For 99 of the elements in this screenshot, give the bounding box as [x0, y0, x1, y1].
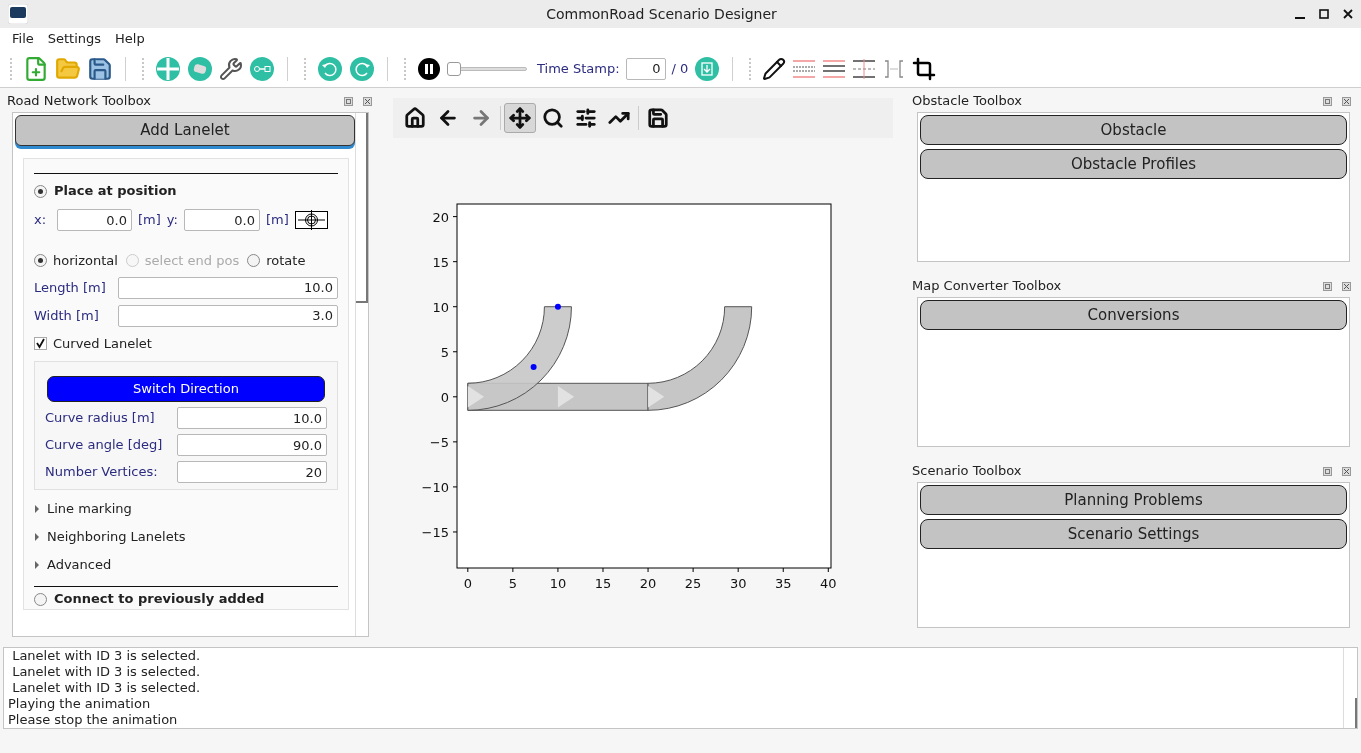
new-file-icon[interactable]	[23, 55, 49, 82]
console-line: Playing the animation	[8, 696, 152, 712]
crop-icon[interactable]	[912, 56, 937, 81]
collapsible-header[interactable]: Advanced	[34, 556, 338, 574]
pause-icon[interactable]	[417, 56, 441, 81]
number-field[interactable]: 10.0	[177, 407, 327, 429]
time-stamp-label: Time Stamp:	[537, 59, 620, 78]
x-tick-label: 5	[508, 576, 517, 591]
vertex-point	[554, 303, 561, 310]
x-tick-label: 20	[639, 576, 657, 591]
radio-label: Connect to previously added	[54, 590, 265, 609]
y-tick-label: 10	[432, 299, 449, 315]
section-header[interactable]: Add Lanelet	[15, 115, 355, 146]
x-tick-label: 25	[684, 576, 702, 591]
scrollbar[interactable]	[355, 113, 368, 636]
animation-slider[interactable]	[447, 60, 527, 77]
triangle-icon	[34, 505, 40, 513]
y-tick-label: 20	[432, 209, 449, 225]
x-label: x:	[34, 211, 48, 230]
crosshair-icon[interactable]	[294, 209, 328, 231]
scrollbar[interactable]	[1343, 648, 1357, 728]
y-tick-label: −15	[421, 524, 449, 540]
collapsible-header[interactable]: Neighboring Lanelets	[34, 528, 338, 546]
unit-label: [m]	[138, 211, 161, 230]
x-tick-label: 10	[549, 576, 567, 591]
close-icon[interactable]	[1342, 466, 1351, 476]
panel-title: Map Converter Toolbox	[912, 277, 1062, 296]
radio-button[interactable]	[34, 254, 47, 268]
radio-label: rotate	[266, 252, 306, 270]
float-icon[interactable]	[1323, 281, 1332, 291]
toolbox-button[interactable]: Obstacle	[920, 115, 1347, 145]
pencil-icon[interactable]	[762, 56, 787, 81]
panel-title: Scenario Toolbox	[912, 462, 1022, 481]
tools-icon[interactable]	[219, 56, 243, 81]
checkbox[interactable]	[34, 336, 47, 350]
toolbox-button[interactable]: Conversions	[920, 300, 1347, 330]
triangle-icon	[34, 533, 40, 541]
menu-item[interactable]: Settings	[41, 29, 108, 49]
y-label: y:	[166, 211, 178, 230]
y-tick-label: −10	[421, 479, 449, 495]
radio-label: Place at position	[54, 182, 177, 201]
float-icon[interactable]	[344, 96, 353, 106]
menu-item[interactable]: Help	[109, 29, 151, 49]
collapsible-header[interactable]: Line marking	[34, 500, 338, 518]
float-icon[interactable]	[1323, 466, 1332, 476]
field-label: Length [m]	[34, 278, 106, 297]
checkbox-label: Curved Lanelet	[53, 334, 152, 353]
menu-item[interactable]: File	[6, 29, 40, 49]
y-field[interactable]: 0.0	[183, 209, 260, 231]
switch-direction-button[interactable]: Switch Direction	[47, 376, 325, 402]
unit-label: [m]	[265, 211, 289, 230]
y-tick-label: 5	[440, 344, 449, 360]
radio-button[interactable]	[34, 184, 47, 198]
console-line: Lanelet with ID 3 is selected.	[11, 664, 202, 680]
field-label: Width [m]	[34, 306, 99, 325]
x-tick-label: 0	[463, 576, 472, 591]
console-line: Lanelet with ID 3 is selected.	[11, 648, 202, 664]
number-field[interactable]: 90.0	[177, 434, 327, 456]
save-icon[interactable]	[87, 55, 113, 82]
radio-label: horizontal	[53, 252, 118, 270]
x-tick-label: 35	[774, 576, 792, 591]
toolbox-button[interactable]: Planning Problems	[920, 485, 1347, 515]
vertex-point	[530, 364, 537, 371]
console-line: Lanelet with ID 3 is selected.	[11, 680, 202, 696]
y-tick-label: 15	[432, 254, 449, 270]
radio-button[interactable]	[247, 254, 261, 268]
app-logo-icon	[8, 4, 28, 24]
float-icon[interactable]	[1323, 96, 1332, 106]
close-icon[interactable]	[363, 96, 372, 106]
window-title: CommonRoad Scenario Designer	[545, 4, 778, 24]
field-label: Curve radius [m]	[45, 409, 155, 428]
close-icon[interactable]	[1342, 96, 1351, 106]
x-tick-label: 15	[594, 576, 612, 591]
panel-title: Obstacle Toolbox	[912, 92, 1022, 111]
field-label: Curve angle [deg]	[45, 436, 163, 455]
lines-icon[interactable]	[852, 58, 877, 79]
triangle-icon	[34, 561, 40, 569]
maximize-icon[interactable]	[1319, 9, 1329, 19]
x-tick-label: 30	[729, 576, 747, 591]
time-stamp-field[interactable]: 0	[625, 57, 666, 80]
toolbox-button[interactable]: Scenario Settings	[920, 519, 1347, 549]
y-tick-label: 0	[440, 389, 449, 405]
move-icon[interactable]	[504, 103, 536, 133]
number-field[interactable]: 20	[177, 461, 327, 483]
radio-label: select end pos	[144, 252, 240, 270]
lines-icon[interactable]	[822, 58, 847, 79]
x-tick-label: 40	[820, 576, 837, 591]
field-label: Number Vertices:	[45, 463, 158, 482]
number-field[interactable]: 10.0	[118, 276, 338, 299]
time-total: / 0	[671, 59, 689, 78]
panel-title: Road Network Toolbox	[7, 92, 151, 111]
radio-button[interactable]	[34, 592, 47, 606]
number-field[interactable]: 3.0	[118, 304, 338, 327]
close-icon[interactable]	[1342, 281, 1351, 291]
toolbox-button[interactable]: Obstacle Profiles	[920, 149, 1347, 179]
x-field[interactable]: 0.0	[57, 209, 132, 231]
console-line: Please stop the animation	[8, 712, 179, 728]
close-icon[interactable]	[1343, 9, 1353, 19]
y-tick-label: −5	[429, 434, 449, 450]
